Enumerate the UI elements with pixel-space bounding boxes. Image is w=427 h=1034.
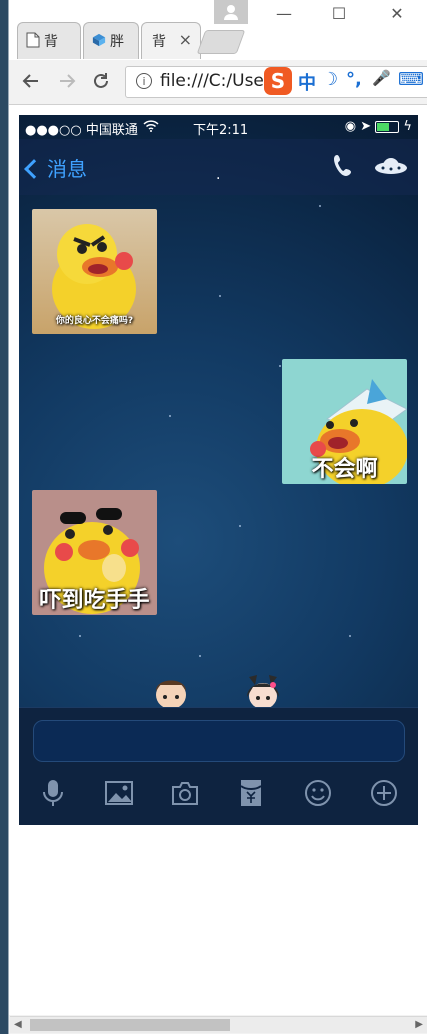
duck-paper-hat-sticker: 不会啊 — [282, 359, 407, 484]
message-sticker-left[interactable]: 你的良心不会痛吗? — [32, 209, 157, 334]
location-icon: ➤ — [360, 119, 372, 134]
chevron-left-icon — [24, 158, 44, 179]
message-sticker-left[interactable]: 吓到吃手手 — [32, 490, 157, 615]
back-arrow-icon[interactable] — [19, 70, 43, 94]
ime-chinese-toggle[interactable]: 中 — [298, 69, 316, 95]
phone-call-icon[interactable] — [332, 153, 354, 179]
forward-arrow-icon[interactable] — [55, 70, 79, 94]
camera-icon[interactable] — [170, 778, 200, 808]
tab-1[interactable]: 背 — [17, 22, 81, 59]
girl-avatar — [247, 675, 279, 707]
status-icons: ◉ ➤ ϟ — [345, 119, 412, 134]
duck-angry-sticker: 你的良心不会痛吗? — [32, 209, 157, 334]
sticker-caption: 你的良心不会痛吗? — [55, 316, 134, 326]
title-bar: 背 胖 背 × — ☐ ✕ — [9, 0, 427, 60]
carrier-label: ●●●○○ 中国联通 — [25, 123, 138, 138]
url-text: file:///C:/Use — [160, 71, 264, 91]
browser-window: 背 胖 背 × — ☐ ✕ i file:///C:/Use S 中 ☽ °, … — [8, 0, 427, 1034]
maximize-button[interactable]: ☐ — [319, 4, 359, 23]
sticker-caption: 不会啊 — [311, 457, 378, 482]
plus-icon[interactable] — [369, 778, 399, 808]
back-button[interactable]: 消息 — [24, 153, 87, 182]
close-window-button[interactable]: ✕ — [377, 4, 417, 23]
status-bar: ●●●○○ 中国联通 下午2:11 ◉ ➤ ϟ — [19, 115, 418, 139]
ime-keyboard-icon[interactable]: ⌨ — [398, 69, 424, 90]
tab-label: 胖 — [110, 34, 124, 50]
reload-icon[interactable] — [89, 70, 113, 94]
ime-punctuation-icon[interactable]: °, — [346, 69, 362, 90]
scroll-left-arrow-icon[interactable]: ◀ — [14, 1019, 22, 1030]
chat-input-bar — [19, 707, 418, 825]
emoji-icon[interactable] — [303, 778, 333, 808]
clock: 下午2:11 — [193, 123, 249, 138]
ime-moon-icon[interactable]: ☽ — [322, 69, 338, 90]
boy-avatar — [156, 680, 186, 707]
ime-microphone-icon[interactable]: 🎤 — [372, 69, 391, 87]
image-icon[interactable] — [104, 778, 134, 808]
tab-label: 背 — [44, 34, 58, 50]
message-sticker-right[interactable]: 不会啊 — [282, 359, 407, 484]
tab-label: 背 — [152, 34, 166, 50]
ufo-icon[interactable] — [373, 153, 409, 177]
back-label: 消息 — [47, 157, 87, 181]
cube-favicon-icon — [92, 33, 106, 47]
close-tab-icon[interactable]: × — [179, 30, 192, 49]
address-bar[interactable]: i file:///C:/Use S 中 ☽ °, 🎤 ⌨ — [125, 66, 427, 98]
tab-2[interactable]: 胖 — [83, 22, 139, 59]
browser-toolbar: i file:///C:/Use S 中 ☽ °, 🎤 ⌨ — [9, 60, 427, 105]
document-icon — [26, 32, 40, 48]
battery-icon — [375, 120, 400, 133]
chat-title: . — [216, 167, 221, 183]
duck-scared-sticker: 吓到吃手手 — [32, 490, 157, 615]
chat-navbar: 消息 . — [19, 139, 418, 195]
phone-mockup: ●●●○○ 中国联通 下午2:11 ◉ ➤ ϟ 消息 . 你的良心不会痛吗? 不… — [19, 115, 418, 825]
sticker-caption: 吓到吃手手 — [39, 588, 150, 613]
minimize-button[interactable]: — — [264, 4, 304, 23]
horizontal-scrollbar[interactable]: ◀ ▶ — [10, 1016, 427, 1033]
scrollbar-thumb[interactable] — [30, 1019, 230, 1031]
info-icon[interactable]: i — [136, 73, 152, 89]
sogou-logo-icon[interactable]: S — [264, 67, 292, 95]
message-input[interactable] — [33, 720, 405, 762]
tab-3-active[interactable]: 背 × — [141, 22, 201, 59]
microphone-icon[interactable] — [38, 778, 68, 808]
scroll-right-arrow-icon[interactable]: ▶ — [415, 1019, 423, 1030]
new-tab-button[interactable] — [196, 30, 246, 54]
wifi-icon — [143, 120, 159, 132]
red-packet-icon[interactable] — [236, 778, 266, 808]
orientation-lock-icon: ◉ — [344, 119, 357, 134]
user-profile-icon[interactable] — [214, 0, 248, 24]
ime-toolbar: S 中 ☽ °, 🎤 ⌨ — [264, 65, 427, 97]
page-content: ●●●○○ 中国联通 下午2:11 ◉ ➤ ϟ 消息 . 你的良心不会痛吗? 不… — [9, 105, 427, 1015]
charging-icon: ϟ — [403, 119, 412, 134]
